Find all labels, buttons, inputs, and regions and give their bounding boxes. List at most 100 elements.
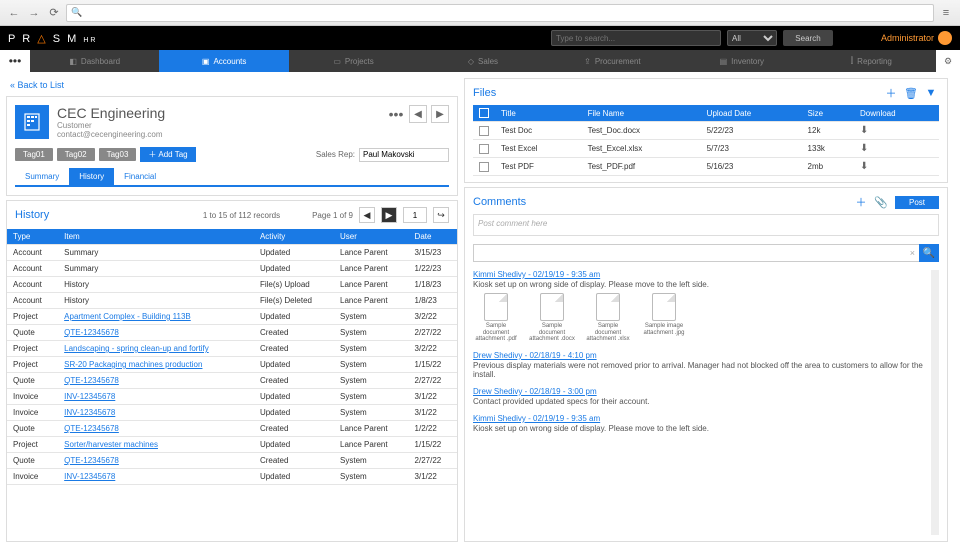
- col-date[interactable]: Date: [409, 229, 457, 245]
- comment-meta[interactable]: Drew Shedivy - 02/18/19 - 4:10 pm: [473, 351, 927, 360]
- search-filter-select[interactable]: All: [727, 30, 777, 46]
- clear-search-icon[interactable]: ×: [910, 248, 915, 258]
- add-comment-icon[interactable]: ＋: [853, 194, 869, 210]
- back-to-list-link[interactable]: « Back to List: [6, 78, 458, 92]
- table-row[interactable]: Test DocTest_Doc.docx5/22/2312k⬇: [473, 122, 939, 140]
- delete-file-icon[interactable]: 🗑: [903, 85, 919, 101]
- nav-more-button[interactable]: •••: [0, 50, 30, 72]
- table-row[interactable]: Test ExcelTest_Excel.xlsx5/7/23133k⬇: [473, 140, 939, 158]
- file-icon: [484, 293, 508, 321]
- item-link[interactable]: Sorter/harvester machines: [64, 440, 158, 449]
- page-next-icon[interactable]: ▶: [381, 207, 397, 223]
- col-size[interactable]: Size: [802, 105, 854, 122]
- table-row[interactable]: QuoteQTE-12345678CreatedSystem2/27/22: [7, 373, 457, 389]
- browser-menu-icon[interactable]: ≡: [938, 5, 954, 21]
- nav-procurement[interactable]: ⇪Procurement: [548, 50, 677, 72]
- item-link[interactable]: QTE-12345678: [64, 376, 119, 385]
- row-checkbox[interactable]: [479, 126, 489, 136]
- browser-back-icon[interactable]: ←: [6, 5, 22, 21]
- table-row[interactable]: AccountSummaryUpdatedLance Parent1/22/23: [7, 261, 457, 277]
- col-file-title[interactable]: Title: [495, 105, 582, 122]
- table-row[interactable]: QuoteQTE-12345678CreatedLance Parent1/2/…: [7, 421, 457, 437]
- item-link[interactable]: SR-20 Packaging machines production: [64, 360, 202, 369]
- col-type[interactable]: Type: [7, 229, 58, 245]
- add-file-icon[interactable]: ＋: [883, 85, 899, 101]
- next-record-icon[interactable]: ▶: [431, 105, 449, 123]
- download-icon[interactable]: ⬇: [860, 125, 868, 136]
- table-row[interactable]: AccountSummaryUpdatedLance Parent3/15/23: [7, 245, 457, 261]
- item-link[interactable]: Landscaping - spring clean-up and fortif…: [64, 344, 209, 353]
- tag-item[interactable]: Tag02: [57, 148, 95, 161]
- col-file-name[interactable]: File Name: [582, 105, 701, 122]
- attachment-item[interactable]: Sample document attachment .docx: [529, 293, 575, 343]
- row-checkbox[interactable]: [479, 162, 489, 172]
- col-item[interactable]: Item: [58, 229, 254, 245]
- nav-sales[interactable]: ◇Sales: [418, 50, 547, 72]
- col-upload-date[interactable]: Upload Date: [701, 105, 802, 122]
- nav-projects[interactable]: ▭Projects: [289, 50, 418, 72]
- table-row[interactable]: AccountHistoryFile(s) DeletedLance Paren…: [7, 293, 457, 309]
- tab-summary[interactable]: Summary: [15, 168, 69, 185]
- item-link[interactable]: QTE-12345678: [64, 424, 119, 433]
- nav-inventory[interactable]: ▤Inventory: [677, 50, 806, 72]
- add-tag-button[interactable]: ＋Add Tag: [140, 147, 195, 162]
- comment-search-button[interactable]: 🔍: [919, 244, 939, 262]
- browser-forward-icon[interactable]: →: [26, 5, 42, 21]
- table-row[interactable]: ProjectSorter/harvester machinesUpdatedL…: [7, 437, 457, 453]
- comment-meta[interactable]: Kimmi Shedivy - 02/19/19 - 9:35 am: [473, 270, 927, 279]
- attachment-item[interactable]: Sample image attachment .jpg: [641, 293, 687, 343]
- tag-item[interactable]: Tag03: [99, 148, 137, 161]
- item-link[interactable]: QTE-12345678: [64, 456, 119, 465]
- item-link[interactable]: QTE-12345678: [64, 328, 119, 337]
- item-link[interactable]: Apartment Complex - Building 113B: [64, 312, 191, 321]
- col-download[interactable]: Download: [854, 105, 939, 122]
- comment-meta[interactable]: Drew Shedivy - 02/18/19 - 3:00 pm: [473, 387, 927, 396]
- global-search-input[interactable]: [551, 30, 721, 46]
- comment-input[interactable]: Post comment here: [473, 214, 939, 236]
- nav-dashboard[interactable]: ◧Dashboard: [30, 50, 159, 72]
- salesrep-input[interactable]: [359, 148, 449, 162]
- settings-gear-icon[interactable]: ⚙: [936, 50, 960, 72]
- table-row[interactable]: QuoteQTE-12345678CreatedSystem2/27/22: [7, 453, 457, 469]
- table-row[interactable]: ProjectApartment Complex - Building 113B…: [7, 309, 457, 325]
- prev-record-icon[interactable]: ◀: [409, 105, 427, 123]
- table-row[interactable]: InvoiceINV-12345678UpdatedSystem3/1/22: [7, 405, 457, 421]
- nav-reporting[interactable]: ⫿Reporting: [807, 50, 936, 72]
- table-row[interactable]: QuoteQTE-12345678CreatedSystem2/27/22: [7, 325, 457, 341]
- table-row[interactable]: InvoiceINV-12345678UpdatedSystem3/1/22: [7, 389, 457, 405]
- select-all-checkbox[interactable]: [479, 108, 489, 118]
- table-row[interactable]: ProjectLandscaping - spring clean-up and…: [7, 341, 457, 357]
- item-link[interactable]: INV-12345678: [64, 408, 115, 417]
- attach-file-icon[interactable]: 📎: [873, 194, 889, 210]
- col-activity[interactable]: Activity: [254, 229, 334, 245]
- item-link[interactable]: INV-12345678: [64, 472, 115, 481]
- search-button[interactable]: Search: [783, 30, 833, 46]
- page-number-input[interactable]: [403, 207, 427, 223]
- table-row[interactable]: AccountHistoryFile(s) UploadLance Parent…: [7, 277, 457, 293]
- post-comment-button[interactable]: Post: [895, 196, 939, 209]
- row-checkbox[interactable]: [479, 144, 489, 154]
- download-icon[interactable]: ⬇: [860, 161, 868, 172]
- table-row[interactable]: InvoiceINV-12345678UpdatedSystem3/1/22: [7, 469, 457, 485]
- more-actions-icon[interactable]: •••: [387, 105, 405, 123]
- page-go-icon[interactable]: ↪: [433, 207, 449, 223]
- tab-history[interactable]: History: [69, 168, 114, 185]
- table-row[interactable]: Test PDFTest_PDF.pdf5/16/232mb⬇: [473, 158, 939, 176]
- tag-item[interactable]: Tag01: [15, 148, 53, 161]
- tab-financial[interactable]: Financial: [114, 168, 166, 185]
- item-link[interactable]: INV-12345678: [64, 392, 115, 401]
- attachment-item[interactable]: Sample document attachment .pdf: [473, 293, 519, 343]
- cell-type: Account: [7, 245, 58, 261]
- comment-meta[interactable]: Kimmi Shedivy - 02/19/19 - 9:35 am: [473, 414, 927, 423]
- user-role[interactable]: Administrator: [881, 31, 952, 45]
- page-prev-icon[interactable]: ◀: [359, 207, 375, 223]
- table-row[interactable]: ProjectSR-20 Packaging machines producti…: [7, 357, 457, 373]
- address-bar[interactable]: 🔍: [66, 4, 934, 22]
- download-icon[interactable]: ⬇: [860, 143, 868, 154]
- nav-accounts[interactable]: ▣Accounts: [159, 50, 288, 72]
- filter-files-icon[interactable]: ▼: [923, 85, 939, 101]
- browser-refresh-icon[interactable]: ⟳: [46, 5, 62, 21]
- comment-search-input[interactable]: [473, 244, 926, 262]
- attachment-item[interactable]: Sample document attachment .xlsx: [585, 293, 631, 343]
- col-user[interactable]: User: [334, 229, 409, 245]
